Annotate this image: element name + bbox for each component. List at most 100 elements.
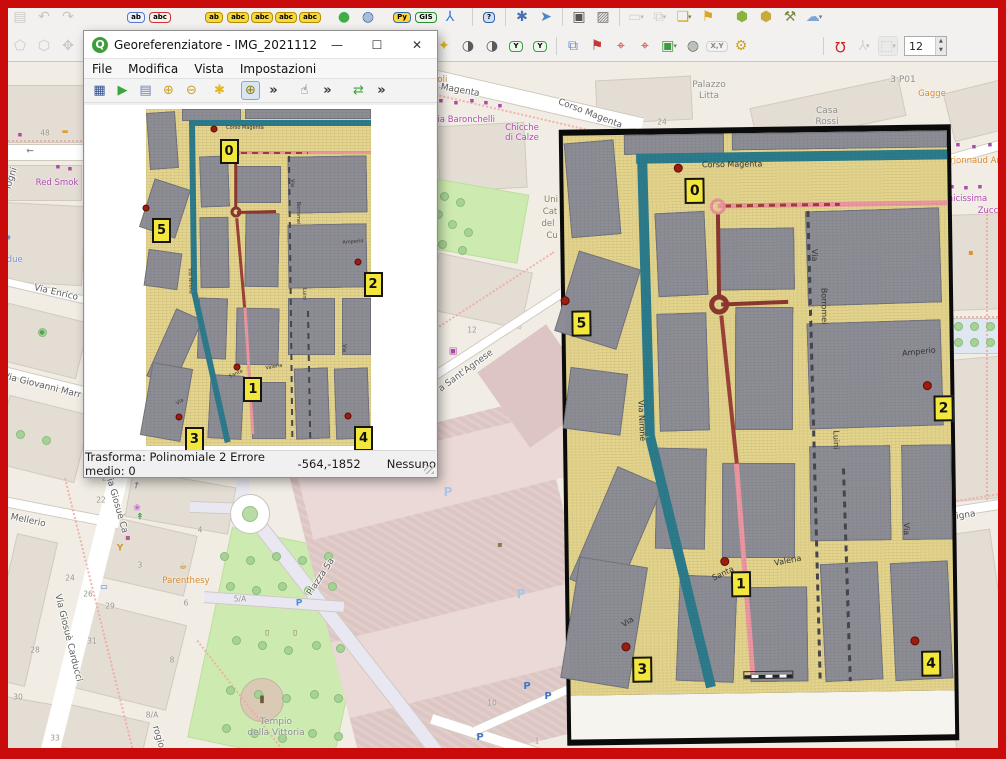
copy-style-icon[interactable]: ⧉ xyxy=(563,36,583,56)
report-icon[interactable]: ▤ xyxy=(10,7,30,27)
transformation-settings-icon[interactable]: ✱ xyxy=(210,81,229,100)
menu-item-file[interactable]: File xyxy=(84,62,120,76)
undo-icon[interactable]: ↶ xyxy=(34,7,54,27)
raster-stretch-icon[interactable]: ◑ xyxy=(482,36,502,56)
snapping-magnet-icon[interactable]: Ω xyxy=(830,36,850,56)
dropdown-arrow-icon[interactable]: ▾ xyxy=(640,13,644,21)
start-georeferencing-icon[interactable]: ▶ xyxy=(113,81,132,100)
pedestrian-dotted-path xyxy=(0,140,86,142)
toolbar-overflow-icon-3[interactable]: » xyxy=(372,81,391,100)
label-y-icon[interactable]: Y xyxy=(506,36,526,56)
processing-gear-icon[interactable]: ✱ xyxy=(512,7,532,27)
label-y-icon-2[interactable]: Y xyxy=(530,36,550,56)
spin-down-icon[interactable]: ▼ xyxy=(936,46,946,55)
redo-icon[interactable]: ↷ xyxy=(58,7,78,27)
globe-blue-icon[interactable]: ◍ xyxy=(358,7,378,27)
cube-3d-green-icon[interactable]: ⬢ xyxy=(732,7,752,27)
split-feature-icon[interactable]: ⬡ xyxy=(34,36,54,56)
font-size-spinbox[interactable]: 12▲▼ xyxy=(904,36,947,56)
dropdown-arrow-icon[interactable]: ▾ xyxy=(673,42,677,50)
scan-building-block xyxy=(182,109,241,121)
globe-green-icon[interactable]: ● xyxy=(334,7,354,27)
scan-street-label: Borromei xyxy=(820,287,830,324)
share-nodes-icon[interactable]: ⅄ xyxy=(440,7,460,27)
delete-point-icon[interactable]: ⊖ xyxy=(182,81,201,100)
gcp-dot-0[interactable] xyxy=(210,126,217,133)
pan-hand-icon[interactable]: ☝ xyxy=(295,81,314,100)
minimize-button[interactable]: — xyxy=(317,31,357,58)
dropdown-arrow-icon[interactable]: ▾ xyxy=(688,13,692,21)
add-point-icon[interactable]: ⊕ xyxy=(159,81,178,100)
toolbar-overflow-icon-2[interactable]: » xyxy=(318,81,337,100)
gcp-dot-2[interactable] xyxy=(354,259,361,266)
dropdown-arrow-icon[interactable]: ▾ xyxy=(819,13,823,21)
menu-item-impostazioni[interactable]: Impostazioni xyxy=(232,62,324,76)
label-ab-icon[interactable]: ab xyxy=(126,7,146,27)
scan-building-block xyxy=(199,217,229,288)
label-ab-yellow-icon[interactable]: ab xyxy=(204,7,224,27)
wrench-icon[interactable]: ⚙ xyxy=(731,36,751,56)
select-features-icon[interactable]: ▭▾ xyxy=(626,7,646,27)
tree-icon xyxy=(278,582,287,591)
street-road[interactable] xyxy=(0,144,86,161)
globe-mesh-icon[interactable]: ◍ xyxy=(683,36,703,56)
copy-features-icon[interactable]: ⧉▾ xyxy=(650,7,670,27)
spin-up-icon[interactable]: ▲ xyxy=(936,37,946,46)
pin-map-icon[interactable]: ⚑ xyxy=(587,36,607,56)
gcp-label-1[interactable]: 1 xyxy=(243,377,262,402)
move-feature-icon[interactable]: ⬠ xyxy=(10,36,30,56)
cube-3d-yellow-icon[interactable]: ⬢ xyxy=(756,7,776,27)
gcp-dot-1[interactable] xyxy=(234,363,241,370)
menu-item-modifica[interactable]: Modifica xyxy=(120,62,186,76)
gcp-label-3[interactable]: 3 xyxy=(185,427,204,451)
compass-icon[interactable]: ➤ xyxy=(536,7,556,27)
pin-labels-icon[interactable]: ⚑ xyxy=(698,7,718,27)
snap-grid-icon[interactable]: ⬚▾ xyxy=(878,36,898,56)
agis-plugin-icon[interactable]: GIS xyxy=(416,7,436,27)
toolbar-overflow-icon[interactable]: » xyxy=(264,81,283,100)
scan-circle-junction xyxy=(709,198,725,214)
toolbar-separator xyxy=(562,8,563,26)
open-raster-icon[interactable]: ▦ xyxy=(90,81,109,100)
zoom-tools-icon[interactable]: ⇄ xyxy=(349,81,368,100)
camera-import-icon[interactable]: ▣ xyxy=(569,7,589,27)
menu-item-vista[interactable]: Vista xyxy=(186,62,232,76)
extent-icon[interactable]: ▣▾ xyxy=(659,36,679,56)
help-icon[interactable]: ? xyxy=(479,7,499,27)
toolbox-hammer-icon[interactable]: ⚒ xyxy=(780,7,800,27)
topology-icon[interactable]: ⅄▾ xyxy=(854,36,874,56)
street-road[interactable] xyxy=(944,137,1006,166)
xy-coords-icon[interactable]: X,Y xyxy=(707,36,727,56)
label-abc-yellow-icon-3[interactable]: abc xyxy=(276,7,296,27)
label-abc-yellow-icon[interactable]: abc xyxy=(228,7,248,27)
zoom-selection-icon[interactable]: ⌖ xyxy=(611,36,631,56)
title-bar[interactable]: Q Georeferenziatore - IMG_20211125_0002.… xyxy=(84,31,437,59)
label-abc-yellow-icon-2[interactable]: abc xyxy=(252,7,272,27)
gcp-label-0[interactable]: 0 xyxy=(220,139,239,164)
close-button[interactable]: ✕ xyxy=(397,31,437,58)
label-abc-red-icon[interactable]: abc xyxy=(150,7,170,27)
reshape-feature-icon[interactable]: ✥ xyxy=(58,36,78,56)
label-abc-yellow-icon-4[interactable]: abc xyxy=(300,7,320,27)
raster-contrast-icon[interactable]: ◑ xyxy=(458,36,478,56)
gcp-label-2[interactable]: 2 xyxy=(364,272,383,297)
add-point-active-icon[interactable]: ⊕ xyxy=(241,81,260,100)
gdal-script-icon[interactable]: ▤ xyxy=(136,81,155,100)
python-console-icon[interactable]: Py xyxy=(392,7,412,27)
gcp-label-4[interactable]: 4 xyxy=(354,426,373,451)
gcp-dot-3[interactable] xyxy=(175,414,182,421)
dropdown-arrow-icon[interactable]: ▾ xyxy=(892,42,896,50)
font-size-value[interactable]: 12 xyxy=(905,40,935,53)
maximize-button[interactable]: ☐ xyxy=(357,31,397,58)
gcp-dot-4[interactable] xyxy=(345,412,352,419)
dropdown-arrow-icon[interactable]: ▾ xyxy=(866,42,870,50)
dropdown-arrow-icon[interactable]: ▾ xyxy=(663,13,667,21)
cloud-icon[interactable]: ☁▾ xyxy=(804,7,824,27)
resize-grip[interactable] xyxy=(424,464,434,474)
gcp-dot-5[interactable] xyxy=(143,205,150,212)
gcp-label-5[interactable]: 5 xyxy=(152,218,171,243)
georeferencer-canvas[interactable]: Corso MagentaViaBorromeiAmperioVia Niron… xyxy=(85,105,436,451)
raster-select-icon[interactable]: ▨ xyxy=(593,7,613,27)
zoom-points-icon[interactable]: ⌖ xyxy=(635,36,655,56)
layers-overlap-icon[interactable]: ❏▾ xyxy=(674,7,694,27)
